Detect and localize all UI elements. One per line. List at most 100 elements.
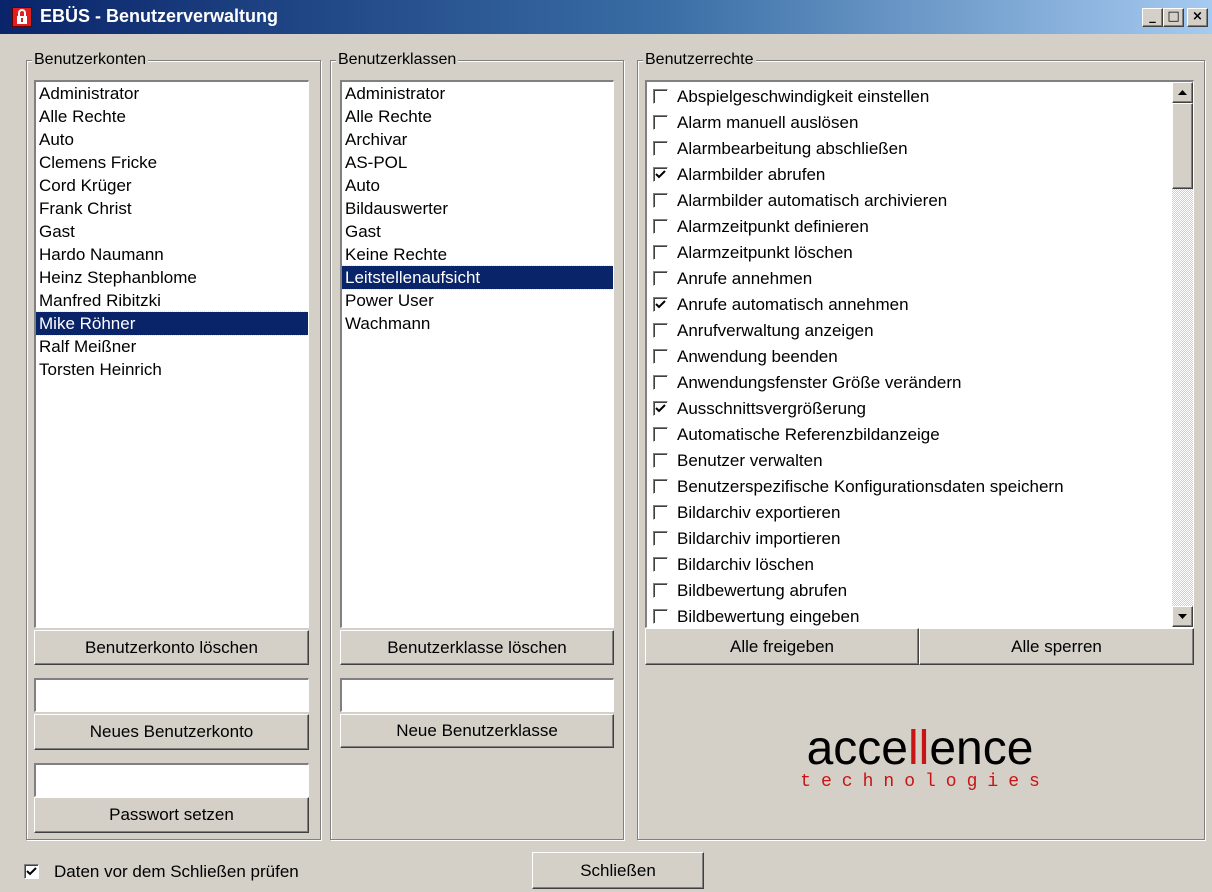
right-checkbox[interactable] (653, 401, 668, 416)
right-item[interactable]: Ausschnittsvergrößerung (647, 396, 1172, 422)
right-item[interactable]: Bildbewertung eingeben (647, 604, 1172, 627)
right-label: Alarmbilder automatisch archivieren (677, 191, 948, 210)
logo-part1: acce (806, 722, 908, 775)
class-list-item[interactable]: Alle Rechte (342, 105, 613, 128)
right-checkbox[interactable] (653, 115, 668, 130)
new-account-button[interactable]: Neues Benutzerkonto (34, 714, 309, 750)
right-item[interactable]: Bildbewertung abrufen (647, 578, 1172, 604)
class-list-item[interactable]: Leitstellenaufsicht (342, 265, 613, 290)
right-checkbox[interactable] (653, 427, 668, 442)
class-list-item[interactable]: Auto (342, 174, 613, 197)
right-label: Benutzerspezifische Konfigurationsdaten … (677, 477, 1064, 496)
right-checkbox[interactable] (653, 219, 668, 234)
scroll-thumb[interactable] (1172, 103, 1193, 189)
close-button[interactable]: Schließen (532, 852, 704, 889)
account-list-item[interactable]: Cord Krüger (36, 174, 308, 197)
scroll-down-button[interactable] (1172, 606, 1193, 627)
account-list-item[interactable]: Administrator (36, 82, 308, 105)
account-list-item[interactable]: Clemens Fricke (36, 151, 308, 174)
account-list-item[interactable]: Frank Christ (36, 197, 308, 220)
classes-list[interactable]: Administrator Alle Rechte Archivar AS-POL Au… (340, 80, 614, 628)
right-item[interactable]: Alarmzeitpunkt definieren (647, 214, 1172, 240)
enable-all-button[interactable]: Alle freigeben (645, 628, 919, 665)
delete-account-button[interactable]: Benutzerkonto löschen (34, 630, 309, 665)
right-checkbox[interactable] (653, 453, 668, 468)
right-item[interactable]: Anwendung beenden (647, 344, 1172, 370)
right-label: Bildbewertung eingeben (677, 607, 860, 626)
class-list-item[interactable]: Gast (342, 220, 613, 243)
right-item[interactable]: Abspielgeschwindigkeit einstellen (647, 84, 1172, 110)
rights-list[interactable]: Abspielgeschwindigkeit einstellen Alarm m… (645, 80, 1194, 628)
set-password-button[interactable]: Passwort setzen (34, 797, 309, 833)
right-item[interactable]: Benutzer verwalten (647, 448, 1172, 474)
new-class-input[interactable] (340, 678, 614, 712)
right-label: Bildarchiv löschen (677, 555, 815, 574)
right-label: Anrufe annehmen (677, 269, 813, 288)
account-list-item[interactable]: Auto (36, 128, 308, 151)
checkbox-box[interactable] (24, 864, 39, 879)
class-list-item[interactable]: Bildauswerter (342, 197, 613, 220)
right-label: Bildarchiv exportieren (677, 503, 841, 522)
right-item[interactable]: Bildarchiv löschen (647, 552, 1172, 578)
new-class-button[interactable]: Neue Benutzerklasse (340, 714, 614, 748)
right-checkbox[interactable] (653, 505, 668, 520)
close-window-button[interactable]: × (1187, 8, 1208, 27)
right-checkbox[interactable] (653, 167, 668, 182)
right-checkbox[interactable] (653, 609, 668, 624)
account-list-item[interactable]: Hardo Naumann (36, 243, 308, 266)
arrow-down-icon (1178, 614, 1187, 619)
rights-scrollbar[interactable] (1172, 82, 1193, 627)
right-checkbox[interactable] (653, 245, 668, 260)
right-item[interactable]: Anrufverwaltung anzeigen (647, 318, 1172, 344)
minimize-button[interactable]: _ (1142, 8, 1163, 27)
right-checkbox[interactable] (653, 349, 668, 364)
right-item[interactable]: Automatische Referenzbildanzeige (647, 422, 1172, 448)
right-item[interactable]: Benutzerspezifische Konfigurationsdaten … (647, 474, 1172, 500)
right-checkbox[interactable] (653, 297, 668, 312)
right-item[interactable]: Alarm manuell auslösen (647, 110, 1172, 136)
class-list-item[interactable]: Wachmann (342, 312, 613, 335)
title-bar[interactable]: EBÜS - Benutzerverwaltung _ □ × (0, 0, 1212, 34)
right-checkbox[interactable] (653, 271, 668, 286)
class-list-item[interactable]: Archivar (342, 128, 613, 151)
class-list-item[interactable]: Keine Rechte (342, 243, 613, 266)
right-item[interactable]: Alarmzeitpunkt löschen (647, 240, 1172, 266)
right-checkbox[interactable] (653, 583, 668, 598)
right-item[interactable]: Alarmbilder automatisch archivieren (647, 188, 1172, 214)
right-checkbox[interactable] (653, 323, 668, 338)
password-input[interactable] (34, 763, 309, 797)
right-label: Anrufe automatisch annehmen (677, 295, 909, 314)
right-checkbox[interactable] (653, 141, 668, 156)
disable-all-button[interactable]: Alle sperren (919, 628, 1194, 665)
class-list-item[interactable]: Administrator (342, 82, 613, 105)
maximize-button[interactable]: □ (1163, 8, 1184, 27)
right-checkbox[interactable] (653, 557, 668, 572)
account-list-item[interactable]: Gast (36, 220, 308, 243)
scroll-up-button[interactable] (1172, 82, 1193, 103)
class-list-item[interactable]: AS-POL (342, 151, 613, 174)
right-item[interactable]: Alarmbearbeitung abschließen (647, 136, 1172, 162)
right-item[interactable]: Anrufe automatisch annehmen (647, 292, 1172, 318)
right-checkbox[interactable] (653, 479, 668, 494)
class-list-item[interactable]: Power User (342, 289, 613, 312)
delete-class-button[interactable]: Benutzerklasse löschen (340, 630, 614, 665)
account-list-item[interactable]: Torsten Heinrich (36, 358, 308, 381)
new-account-input[interactable] (34, 678, 309, 712)
right-item[interactable]: Bildarchiv importieren (647, 526, 1172, 552)
account-list-item[interactable]: Alle Rechte (36, 105, 308, 128)
right-item[interactable]: Anrufe annehmen (647, 266, 1172, 292)
right-item[interactable]: Alarmbilder abrufen (647, 162, 1172, 188)
account-list-item[interactable]: Manfred Ribitzki (36, 289, 308, 312)
account-list-item[interactable]: Heinz Stephanblome (36, 266, 308, 289)
right-checkbox[interactable] (653, 375, 668, 390)
right-checkbox[interactable] (653, 531, 668, 546)
checkmark-icon (655, 300, 666, 309)
right-checkbox[interactable] (653, 193, 668, 208)
verify-before-close-label: Daten vor dem Schließen prüfen (54, 862, 299, 881)
accounts-list[interactable]: Administrator Alle Rechte Auto Clemens Fric… (34, 80, 309, 628)
account-list-item[interactable]: Mike Röhner (36, 311, 308, 336)
right-item[interactable]: Bildarchiv exportieren (647, 500, 1172, 526)
account-list-item[interactable]: Ralf Meißner (36, 335, 308, 358)
right-checkbox[interactable] (653, 89, 668, 104)
right-item[interactable]: Anwendungsfenster Größe verändern (647, 370, 1172, 396)
